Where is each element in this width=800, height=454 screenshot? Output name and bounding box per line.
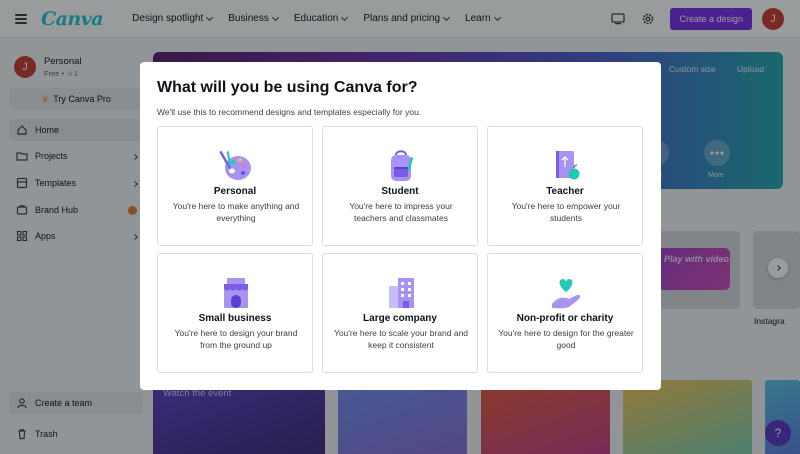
- option-teacher[interactable]: Teacher You're here to empower your stud…: [487, 126, 643, 246]
- option-description: You're here to design your brand from th…: [174, 328, 298, 350]
- option-title: Personal: [213, 186, 257, 197]
- option-title: Non-profit or charity: [516, 313, 614, 324]
- option-large-company[interactable]: Large company You're here to scale your …: [322, 253, 478, 373]
- option-description: You're here to make anything and everyth…: [172, 201, 300, 223]
- option-title: Large company: [363, 313, 437, 324]
- option-description: You're here to empower your students: [511, 201, 621, 223]
- option-small-business[interactable]: Small business You're here to design you…: [157, 253, 313, 373]
- option-title: Teacher: [546, 186, 584, 197]
- heart-hand-icon: [552, 279, 581, 309]
- usage-survey-modal: What will you be using Canva for? We'll …: [140, 62, 661, 390]
- option-personal[interactable]: Personal You're here to make anything an…: [157, 126, 313, 246]
- option-title: Student: [381, 186, 419, 197]
- office-building-icon: [389, 278, 414, 308]
- option-non-profit[interactable]: Non-profit or charity You're here to des…: [487, 253, 643, 373]
- option-description: You're here to scale your brand and keep…: [333, 328, 469, 350]
- option-title: Small business: [198, 313, 272, 324]
- option-description: You're here to design for the greater go…: [498, 328, 634, 350]
- modal-subtitle: We'll use this to recommend designs and …: [157, 107, 422, 117]
- book-apple-icon: [556, 151, 580, 180]
- modal-title: What will you be using Canva for?: [157, 79, 418, 96]
- storefront-icon: [224, 278, 248, 308]
- option-student[interactable]: Student You're here to impress your teac…: [322, 126, 478, 246]
- backpack-icon: [391, 150, 414, 181]
- option-description: You're here to impress your teachers and…: [349, 201, 453, 223]
- palette-icon: [219, 151, 251, 180]
